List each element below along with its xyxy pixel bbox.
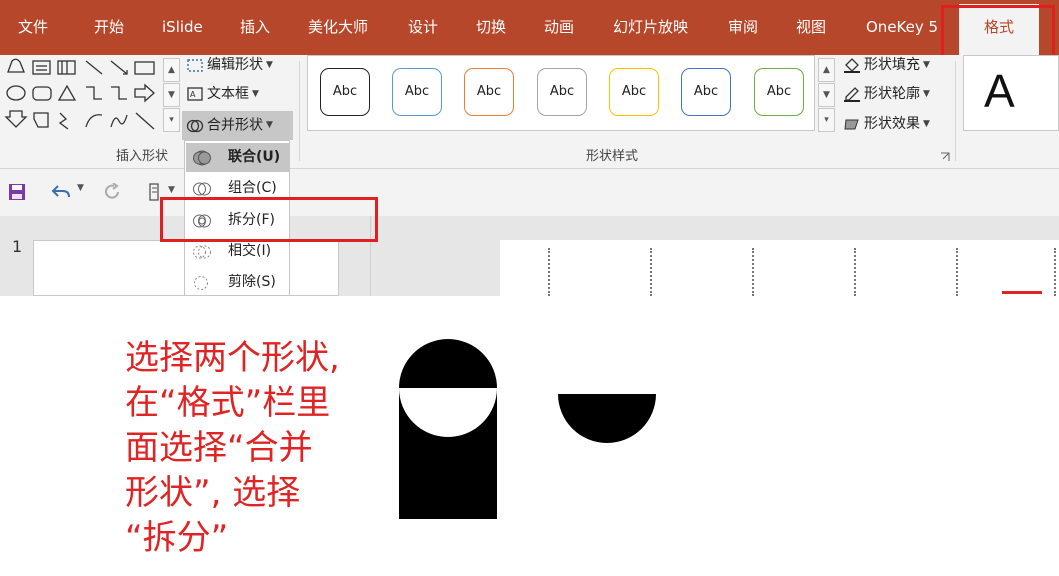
- style-swatch-7[interactable]: Abc: [754, 68, 804, 116]
- menu-item-subtract[interactable]: 剪除(S): [186, 268, 289, 297]
- merge-shapes-button[interactable]: 合并形状 ▼: [182, 111, 293, 140]
- slide-workspace: 1: [0, 216, 1059, 296]
- top-half-circle-shape: [399, 339, 497, 388]
- tab-view[interactable]: 视图: [796, 0, 826, 55]
- quick-access-toolbar: ▼ ▼: [0, 169, 1059, 216]
- text-box-button[interactable]: A 文本框 ▼: [186, 82, 259, 106]
- caption-line: 在“格式”栏里: [125, 383, 331, 423]
- instruction-caption: 选择两个形状, 在“格式”栏里 面选择“合并 形状”, 选择 “拆分”: [125, 336, 385, 561]
- intersect-icon: [193, 245, 211, 259]
- shape-effects-icon: [844, 119, 859, 130]
- undo-dropdown-icon[interactable]: ▼: [77, 183, 84, 193]
- paint-bucket-icon: [844, 58, 860, 73]
- tab-review[interactable]: 审阅: [728, 0, 758, 55]
- ribbon-body: ▲ ▼ ▾ 编辑形状 ▼ A 文本框 ▼ 合并形状 ▼ 插入形状 形状样式 ▲ ▼ ▾ …: [0, 55, 1059, 169]
- tab-slideshow[interactable]: 幻灯片放映: [613, 0, 688, 55]
- caption-line: 形状”, 选择: [125, 473, 301, 513]
- menu-item-union[interactable]: 联合(U): [186, 143, 289, 172]
- tab-home[interactable]: 开始: [94, 0, 124, 55]
- annotation-highlight-fragment: [160, 197, 378, 242]
- tab-insert[interactable]: 插入: [240, 0, 270, 55]
- guide-line: [548, 248, 550, 296]
- ribbon-tab-bar: 文件 开始 iSlide 插入 美化大师 设计 切换 动画 幻灯片放映 审阅 视…: [0, 0, 1059, 55]
- caption-line: 面选择“合并: [125, 428, 313, 468]
- redo-icon[interactable]: [104, 183, 122, 201]
- undo-icon[interactable]: [51, 183, 73, 201]
- save-icon[interactable]: [8, 183, 26, 201]
- tab-animations[interactable]: 动画: [544, 0, 574, 55]
- edit-shape-button[interactable]: 编辑形状 ▼: [186, 53, 273, 77]
- group-label-shape-styles: 形状样式: [586, 149, 639, 164]
- union-icon: [193, 150, 211, 166]
- tab-file[interactable]: 文件: [18, 0, 48, 55]
- wordart-gallery[interactable]: A: [963, 55, 1059, 131]
- shape-fill-button[interactable]: 形状填充 ▼: [843, 53, 930, 77]
- rectangle-cutout-shape: [399, 388, 497, 519]
- subtract-icon: [194, 276, 208, 290]
- style-gallery-scroll-up[interactable]: ▲: [818, 58, 835, 82]
- shape-gallery-scroll-down[interactable]: ▼: [163, 83, 180, 107]
- style-swatch-5[interactable]: Abc: [609, 68, 659, 116]
- style-swatch-3[interactable]: Abc: [464, 68, 514, 116]
- svg-text:A: A: [190, 90, 196, 99]
- combine-icon: [193, 182, 211, 196]
- wordart-sample: A: [984, 65, 1015, 117]
- style-gallery-scroll-down[interactable]: ▼: [818, 83, 835, 107]
- qat-dropdown-icon[interactable]: ▼: [168, 185, 175, 195]
- shape-outline-button[interactable]: 形状轮廓 ▼: [843, 82, 930, 106]
- guide-line: [1054, 248, 1056, 296]
- style-swatch-2[interactable]: Abc: [392, 68, 442, 116]
- tab-onekey[interactable]: OneKey 5: [866, 0, 938, 55]
- shape-gallery-expand[interactable]: ▾: [163, 108, 180, 132]
- style-gallery-expand[interactable]: ▾: [818, 108, 835, 132]
- shape-effects-button[interactable]: 形状效果 ▼: [843, 112, 930, 136]
- shape-gallery-scroll-up[interactable]: ▲: [163, 58, 180, 82]
- tab-transitions[interactable]: 切换: [476, 0, 506, 55]
- tab-islide[interactable]: iSlide: [162, 0, 203, 55]
- guide-line: [650, 248, 652, 296]
- tab-beautify-master[interactable]: 美化大师: [308, 0, 368, 55]
- caption-line: “拆分”: [125, 518, 229, 558]
- cropped-red-text: [1002, 286, 1052, 296]
- guide-line: [956, 248, 958, 296]
- style-swatch-4[interactable]: Abc: [537, 68, 587, 116]
- style-swatch-1[interactable]: Abc: [320, 68, 370, 116]
- ribbon-divider: [955, 61, 956, 161]
- slide-number: 1: [12, 237, 23, 256]
- fragment-result-illustration: [399, 339, 656, 519]
- dialog-launcher-icon[interactable]: [940, 152, 950, 162]
- ribbon-divider: [299, 61, 300, 161]
- slide-canvas[interactable]: [500, 240, 1059, 296]
- text-box-icon: A: [187, 87, 203, 101]
- shape-gallery-icon[interactable]: [4, 57, 162, 133]
- group-label-insert-shapes: 插入形状: [116, 149, 169, 164]
- bottom-half-circle-shape: [558, 394, 656, 443]
- guide-line: [752, 248, 754, 296]
- style-swatch-6[interactable]: Abc: [681, 68, 731, 116]
- edit-shape-icon: [187, 59, 203, 72]
- tab-design[interactable]: 设计: [408, 0, 438, 55]
- guide-line: [854, 248, 856, 296]
- caption-line: 选择两个形状,: [125, 338, 340, 378]
- pen-outline-icon: [844, 87, 860, 102]
- merge-shapes-icon: [186, 119, 204, 132]
